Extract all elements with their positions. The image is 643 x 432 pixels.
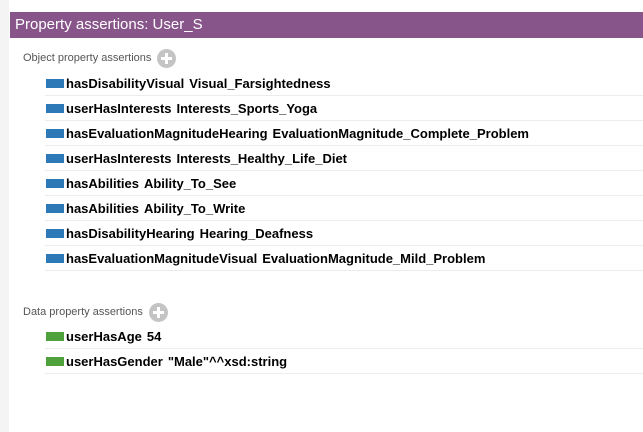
property-assertions-view: Property assertions: User_S Object prope… (10, 12, 643, 432)
object-property-icon (46, 178, 64, 188)
property-name: userHasInterests (66, 150, 172, 166)
data-property-icon (46, 331, 64, 341)
object-property-icon (46, 128, 64, 138)
property-name: userHasInterests (66, 100, 172, 116)
property-name: hasEvaluationMagnitudeHearing (66, 125, 268, 141)
property-name: hasDisabilityVisual (66, 75, 185, 91)
property-value: "Male"^^xsd:string (167, 353, 288, 369)
property-name: userHasAge (66, 328, 142, 344)
property-value: Interests_Sports_Yoga (176, 100, 318, 116)
object-property-icon (46, 228, 64, 238)
property-value: Visual_Farsightedness (189, 75, 331, 91)
property-value: Ability_To_See (143, 175, 237, 191)
object-property-assertion-row[interactable]: hasEvaluationMagnitudeHearing Evaluation… (45, 121, 643, 146)
data-property-icon (46, 356, 64, 366)
object-property-assertion-row[interactable]: hasDisabilityVisual Visual_Farsightednes… (45, 71, 643, 96)
property-name: hasAbilities (66, 200, 139, 216)
object-property-assertion-row[interactable]: hasDisabilityHearing Hearing_Deafness (45, 221, 643, 246)
data-property-section-label: Data property assertions (23, 306, 143, 318)
object-property-icon (46, 103, 64, 113)
object-property-icon (46, 203, 64, 213)
property-value: EvaluationMagnitude_Mild_Problem (262, 250, 486, 266)
property-name: userHasGender (66, 353, 163, 369)
object-property-assertion-row[interactable]: userHasInterests Interests_Healthy_Life_… (45, 146, 643, 171)
view-title: Property assertions: User_S (10, 12, 643, 38)
property-value: EvaluationMagnitude_Complete_Problem (272, 125, 529, 141)
property-name: hasAbilities (66, 175, 139, 191)
object-property-section-header: Object property assertions (10, 47, 643, 69)
left-rail (0, 0, 9, 432)
protege-window: Property assertions: User_S Object prope… (0, 0, 643, 432)
object-property-icon (46, 253, 64, 263)
object-property-assertion-row[interactable]: hasEvaluationMagnitudeVisual EvaluationM… (45, 246, 643, 271)
data-property-section-header: Data property assertions (10, 301, 643, 323)
object-property-assertion-row[interactable]: hasAbilities Ability_To_Write (45, 196, 643, 221)
property-value: Interests_Healthy_Life_Diet (176, 150, 348, 166)
data-property-list: userHasAge 54 userHasGender "Male"^^xsd:… (10, 324, 643, 374)
property-name: hasDisabilityHearing (66, 225, 195, 241)
data-property-assertion-row[interactable]: userHasGender "Male"^^xsd:string (45, 349, 643, 374)
data-property-assertion-row[interactable]: userHasAge 54 (45, 324, 643, 349)
object-property-icon (46, 78, 64, 88)
add-object-property-assertion-button[interactable] (157, 48, 177, 68)
property-value: Ability_To_Write (143, 200, 246, 216)
add-data-property-assertion-button[interactable] (148, 302, 168, 322)
property-value: Hearing_Deafness (199, 225, 314, 241)
object-property-list: hasDisabilityVisual Visual_Farsightednes… (10, 71, 643, 271)
property-value: 54 (146, 328, 162, 344)
object-property-icon (46, 153, 64, 163)
object-property-assertion-row[interactable]: userHasInterests Interests_Sports_Yoga (45, 96, 643, 121)
object-property-assertion-row[interactable]: hasAbilities Ability_To_See (45, 171, 643, 196)
property-name: hasEvaluationMagnitudeVisual (66, 250, 258, 266)
object-property-section-label: Object property assertions (23, 52, 152, 64)
